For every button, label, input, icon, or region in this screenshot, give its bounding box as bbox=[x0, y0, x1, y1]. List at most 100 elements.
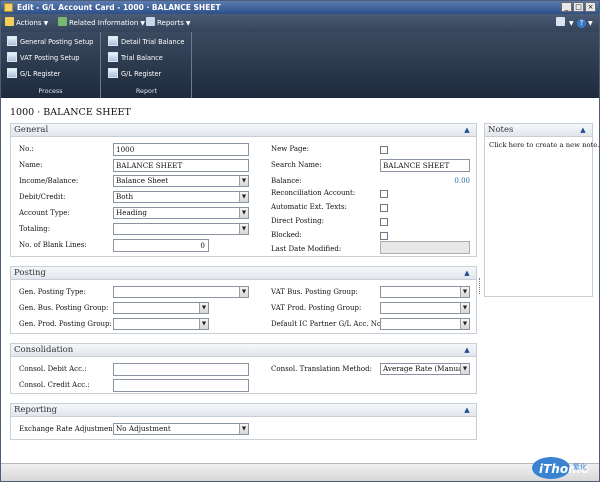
trial-balance-button[interactable]: Trial Balance bbox=[108, 52, 163, 65]
chevron-down-icon: ▼ bbox=[239, 424, 248, 434]
vat-bus-posting-group-select[interactable]: ▼ bbox=[380, 286, 470, 298]
auto-ext-texts-checkbox[interactable] bbox=[380, 204, 388, 212]
gen-posting-type-select[interactable]: ▼ bbox=[113, 286, 249, 298]
fasttab-title: Consolidation bbox=[14, 345, 74, 355]
reconciliation-checkbox[interactable] bbox=[380, 190, 388, 198]
actions-menu[interactable]: Actions ▼ bbox=[5, 17, 48, 29]
vat-prod-posting-group-select[interactable]: ▼ bbox=[380, 302, 470, 314]
name-field[interactable]: BALANCE SHEET bbox=[113, 159, 249, 172]
new-page-checkbox[interactable] bbox=[380, 146, 388, 154]
consol-translation-method-select[interactable]: Average Rate (Manual) ▼ bbox=[380, 363, 470, 375]
fasttab-header[interactable]: Reporting ▲ bbox=[11, 404, 476, 417]
close-button[interactable]: × bbox=[585, 2, 596, 12]
chevron-down-icon: ▼ bbox=[43, 20, 49, 27]
help-button[interactable]: ? ▼ bbox=[577, 17, 593, 29]
window-title: Edit - G/L Account Card - 1000 · BALANCE… bbox=[17, 3, 221, 12]
gl-register-button[interactable]: G/L Register bbox=[7, 68, 60, 81]
vat-prod-posting-group-label: VAT Prod. Posting Group: bbox=[271, 304, 362, 312]
lightning-icon bbox=[5, 17, 14, 26]
consolidation-fasttab: Consolidation ▲ Consol. Debit Acc.: Cons… bbox=[10, 343, 477, 394]
chevron-down-icon: ▼ bbox=[569, 20, 574, 27]
search-name-label: Search Name: bbox=[271, 161, 322, 169]
gl-register-label: G/L Register bbox=[20, 70, 61, 78]
chevron-down-icon: ▼ bbox=[199, 319, 208, 329]
vat-posting-setup-label: VAT Posting Setup bbox=[20, 54, 80, 62]
general-posting-setup-label: General Posting Setup bbox=[20, 38, 94, 46]
debit-credit-label: Debit/Credit: bbox=[19, 193, 66, 201]
chevron-down-icon: ▼ bbox=[588, 20, 593, 27]
app-icon bbox=[4, 3, 13, 12]
blocked-checkbox[interactable] bbox=[380, 232, 388, 240]
notes-title: Notes bbox=[488, 125, 514, 135]
income-balance-label: Income/Balance: bbox=[19, 177, 79, 185]
auto-ext-texts-label: Automatic Ext. Texts: bbox=[271, 203, 347, 211]
fasttab-header[interactable]: Consolidation ▲ bbox=[11, 344, 476, 357]
account-type-label: Account Type: bbox=[19, 209, 70, 217]
related-information-menu[interactable]: Related Information ▼ bbox=[58, 17, 145, 29]
account-type-select[interactable]: Heading ▼ bbox=[113, 207, 249, 219]
direct-posting-checkbox[interactable] bbox=[380, 218, 388, 226]
totaling-select[interactable]: ▼ bbox=[113, 223, 249, 235]
debit-credit-select[interactable]: Both ▼ bbox=[113, 191, 249, 203]
general-posting-setup-button[interactable]: General Posting Setup bbox=[7, 36, 93, 49]
exchange-rate-adjustment-select[interactable]: No Adjustment ▼ bbox=[113, 423, 249, 435]
fasttab-header[interactable]: General ▲ bbox=[11, 124, 476, 137]
application-window: Edit - G/L Account Card - 1000 · BALANCE… bbox=[0, 0, 600, 482]
balance-value[interactable]: 0.00 bbox=[431, 177, 470, 185]
vat-posting-setup-button[interactable]: VAT Posting Setup bbox=[7, 52, 80, 65]
logo-cn-text: 繁化 bbox=[573, 462, 587, 471]
reconciliation-label: Reconciliation Account: bbox=[271, 189, 356, 197]
gen-bus-posting-group-label: Gen. Bus. Posting Group: bbox=[19, 304, 109, 312]
create-note-link[interactable]: Click here to create a new note. bbox=[489, 141, 599, 149]
notes-header[interactable]: Notes ▲ bbox=[485, 124, 592, 137]
collapse-icon[interactable]: ▲ bbox=[463, 406, 471, 414]
collapse-icon[interactable]: ▲ bbox=[463, 126, 471, 134]
ic-partner-gl-acc-label: Default IC Partner G/L Acc. No: bbox=[271, 320, 384, 328]
debit-credit-value: Both bbox=[116, 192, 134, 201]
detail-trial-balance-label: Detail Trial Balance bbox=[121, 38, 185, 46]
search-name-field[interactable]: BALANCE SHEET bbox=[380, 159, 470, 172]
name-label: Name: bbox=[19, 161, 43, 169]
reports-menu[interactable]: Reports ▼ bbox=[146, 17, 190, 29]
reports-menu-label: Reports bbox=[157, 19, 184, 27]
collapse-icon[interactable]: ▲ bbox=[463, 269, 471, 277]
detail-trial-balance-button[interactable]: Detail Trial Balance bbox=[108, 36, 184, 49]
gen-prod-posting-group-select[interactable]: ▼ bbox=[113, 318, 209, 330]
chevron-down-icon: ▼ bbox=[239, 176, 248, 186]
collapse-icon[interactable]: ▲ bbox=[579, 126, 587, 134]
fasttab-header[interactable]: Posting ▲ bbox=[11, 267, 476, 280]
income-balance-select[interactable]: Balance Sheet ▼ bbox=[113, 175, 249, 187]
exchange-rate-adjustment-label: Exchange Rate Adjustment: bbox=[19, 425, 118, 433]
new-page-label: New Page: bbox=[271, 145, 310, 153]
pane-splitter[interactable] bbox=[479, 278, 481, 294]
report-icon bbox=[146, 17, 155, 26]
consol-translation-method-label: Consol. Translation Method: bbox=[271, 365, 372, 373]
ic-partner-gl-acc-select[interactable]: ▼ bbox=[380, 318, 470, 330]
maximize-button[interactable]: □ bbox=[573, 2, 584, 12]
ribbon-group-label: Report bbox=[135, 87, 158, 95]
income-balance-value: Balance Sheet bbox=[116, 176, 169, 185]
balance-label: Balance: bbox=[271, 177, 302, 185]
consol-credit-acc-label: Consol. Credit Acc.: bbox=[19, 381, 90, 389]
help-icon: ? bbox=[577, 19, 586, 28]
blank-lines-field[interactable]: 0 bbox=[113, 239, 209, 252]
gl-register-report-button[interactable]: G/L Register bbox=[108, 68, 161, 81]
consol-credit-acc-field[interactable] bbox=[113, 379, 249, 392]
gl-register-report-label: G/L Register bbox=[121, 70, 162, 78]
general-fasttab: General ▲ No.: 1000 Name: BALANCE SHEET … bbox=[10, 123, 477, 257]
status-bar bbox=[1, 463, 599, 481]
chevron-down-icon: ▼ bbox=[239, 224, 248, 234]
consol-debit-acc-field[interactable] bbox=[113, 363, 249, 376]
view-options-button[interactable]: ▼ bbox=[556, 17, 574, 29]
chevron-down-icon: ▼ bbox=[460, 287, 469, 297]
gen-bus-posting-group-select[interactable]: ▼ bbox=[113, 302, 209, 314]
chevron-down-icon: ▼ bbox=[460, 364, 469, 374]
collapse-icon[interactable]: ▲ bbox=[463, 346, 471, 354]
minimize-button[interactable]: _ bbox=[561, 2, 572, 12]
menu-bar: Actions ▼ Related Information ▼ Reports ▼ ▼… bbox=[1, 14, 599, 32]
no-field[interactable]: 1000 bbox=[113, 143, 249, 156]
related-information-menu-label: Related Information bbox=[69, 19, 139, 27]
report-icon bbox=[108, 36, 118, 46]
chevron-down-icon: ▼ bbox=[239, 287, 248, 297]
last-modified-label: Last Date Modified: bbox=[271, 245, 342, 253]
